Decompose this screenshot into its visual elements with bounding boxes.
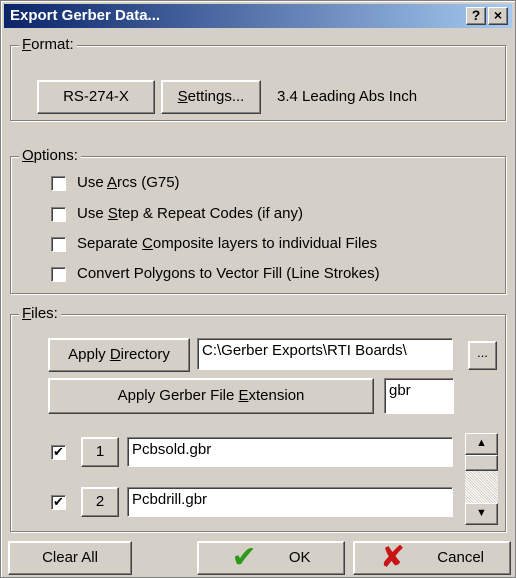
cancel-label: Cancel (437, 549, 484, 566)
files-group-label: Files: (19, 305, 61, 323)
close-button[interactable]: × (488, 7, 508, 25)
rs274x-button[interactable]: RS-274-X (37, 80, 155, 114)
use-arcs-checkbox[interactable] (51, 176, 66, 191)
file-row-2-filename[interactable]: Pcbdrill.gbr (127, 487, 453, 517)
convert-polygons-label: Convert Polygons to Vector Fill (Line St… (77, 265, 380, 282)
file-row-1-checkbox[interactable]: ✔ (51, 445, 66, 460)
apply-directory-button[interactable]: Apply Directory (48, 338, 190, 372)
file-row-1-filename[interactable]: Pcbsold.gbr (127, 437, 453, 467)
extension-input[interactable]: gbr (384, 378, 454, 414)
file-row-1-number-button[interactable]: 1 (81, 437, 119, 467)
settings-button[interactable]: Settings... (161, 80, 261, 114)
scroll-down-button[interactable]: ▼ (465, 503, 498, 525)
directory-input[interactable]: C:\Gerber Exports\RTI Boards\ (197, 338, 453, 370)
step-repeat-label: Use Step & Repeat Codes (if any) (77, 205, 303, 222)
format-info-text: 3.4 Leading Abs Inch (277, 88, 418, 105)
scroll-thumb[interactable] (465, 455, 498, 471)
ok-label: OK (288, 549, 311, 566)
red-x-icon: ✘ (379, 541, 406, 575)
ok-button[interactable]: ✔ OK (197, 541, 345, 575)
browse-directory-button[interactable]: ... (468, 341, 497, 370)
separate-composite-checkbox[interactable] (51, 237, 66, 252)
scroll-up-button[interactable]: ▲ (465, 433, 498, 455)
file-row-2-checkbox[interactable]: ✔ (51, 495, 66, 510)
options-group-label: Options: (19, 147, 81, 165)
convert-polygons-checkbox[interactable] (51, 267, 66, 282)
export-gerber-dialog: Export Gerber Data... ? × Format: RS-274… (0, 0, 516, 578)
apply-extension-button[interactable]: Apply Gerber File Extension (48, 378, 374, 414)
cancel-button[interactable]: ✘ Cancel (353, 541, 511, 575)
clear-all-button[interactable]: Clear All (8, 541, 132, 575)
separate-composite-label: Separate Composite layers to individual … (77, 235, 378, 252)
file-row-2-number-button[interactable]: 2 (81, 487, 119, 517)
title-bar[interactable]: Export Gerber Data... ? × (4, 4, 512, 28)
help-button[interactable]: ? (466, 7, 486, 25)
format-group-label: Format: (19, 36, 77, 54)
dialog-title: Export Gerber Data... (10, 7, 161, 24)
use-arcs-label: Use Arcs (G75) (77, 174, 180, 191)
green-check-icon: ✔ (231, 541, 257, 575)
step-repeat-checkbox[interactable] (51, 207, 66, 222)
